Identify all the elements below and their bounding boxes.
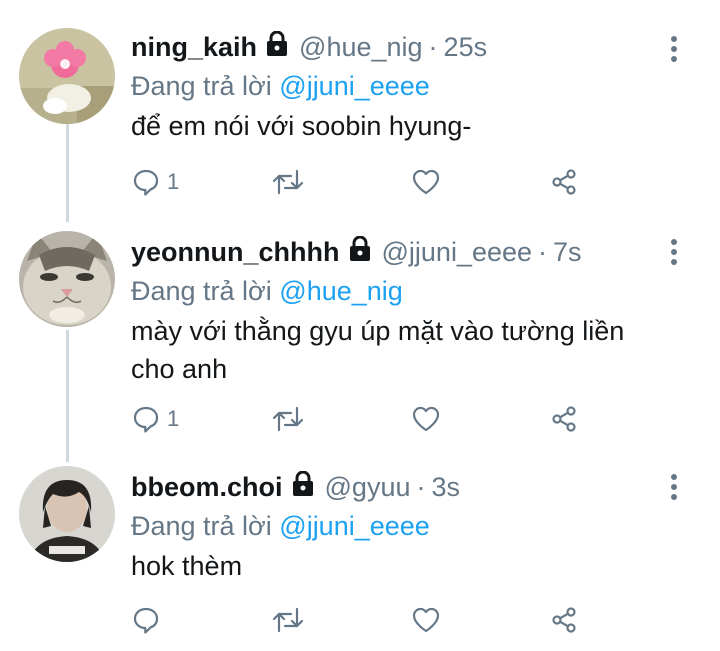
reply-count: 1	[167, 406, 180, 431]
tweet[interactable]: bbeom.choi @gyuu · 3s Đang trả lời @jjun…	[0, 460, 720, 651]
mention-link[interactable]: @hue_nig	[279, 276, 403, 306]
reply-prefix: Đang trả lời	[131, 276, 272, 306]
retweet-button[interactable]	[271, 600, 305, 640]
display-name[interactable]: bbeom.choi	[131, 472, 283, 503]
timestamp[interactable]: 7s	[553, 237, 582, 268]
avatar[interactable]	[19, 28, 115, 124]
reply-button[interactable]: 1	[131, 162, 179, 202]
user-handle[interactable]: @hue_nig	[299, 32, 423, 63]
share-button[interactable]	[549, 162, 579, 202]
display-name[interactable]: yeonnun_chhhh	[131, 237, 340, 268]
reply-prefix: Đang trả lời	[131, 71, 272, 101]
reply-button[interactable]	[131, 600, 167, 640]
cat-face-avatar-icon	[19, 231, 115, 327]
share-icon	[552, 169, 576, 195]
reply-button[interactable]: 1	[131, 399, 179, 439]
tweet-text: để em nói với soobin hyung-	[131, 111, 472, 141]
avatar[interactable]	[19, 466, 115, 562]
reply-context: Đang trả lời @jjuni_eeee	[131, 507, 660, 545]
tweet[interactable]: ning_kaih @hue_nig · 25s Đang trả lời @j…	[0, 0, 720, 215]
more-options-icon[interactable]	[668, 239, 680, 265]
reply-icon	[133, 607, 159, 634]
timestamp[interactable]: 3s	[431, 472, 460, 503]
share-button[interactable]	[549, 399, 579, 439]
user-handle[interactable]: @gyuu	[325, 472, 411, 503]
lock-icon	[291, 470, 315, 504]
share-button[interactable]	[549, 600, 579, 640]
tweet-text: hok thèm	[131, 551, 243, 581]
separator: ·	[538, 236, 548, 267]
timestamp[interactable]: 25s	[444, 32, 488, 63]
retweet-button[interactable]	[271, 399, 305, 439]
avatar[interactable]	[19, 231, 115, 327]
separator: ·	[428, 31, 438, 62]
like-button[interactable]	[411, 600, 441, 640]
lock-icon	[348, 235, 372, 269]
tweet-text: mày với thằng gyu úp mặt vào tường liền …	[131, 316, 625, 384]
more-options-icon[interactable]	[668, 474, 680, 500]
like-button[interactable]	[411, 399, 441, 439]
like-button[interactable]	[411, 162, 441, 202]
user-handle[interactable]: @jjuni_eeee	[382, 237, 533, 268]
separator: ·	[416, 471, 426, 502]
reply-prefix: Đang trả lời	[131, 511, 272, 541]
heart-icon	[412, 406, 440, 432]
retweet-icon	[272, 169, 304, 195]
lock-icon	[265, 30, 289, 64]
retweet-icon	[272, 406, 304, 432]
reply-count: 1	[167, 169, 180, 194]
reply-icon	[133, 406, 159, 433]
reply-context: Đang trả lời @hue_nig	[131, 272, 660, 310]
heart-icon	[412, 169, 440, 195]
retweet-button[interactable]	[271, 162, 305, 202]
more-options-icon[interactable]	[668, 36, 680, 62]
mention-link[interactable]: @jjuni_eeee	[279, 71, 430, 101]
share-icon	[552, 406, 576, 432]
heart-icon	[412, 607, 440, 633]
reply-context: Đang trả lời @jjuni_eeee	[131, 67, 660, 105]
pink-cartoon-avatar-icon	[19, 28, 115, 124]
person-photo-avatar-icon	[19, 466, 115, 562]
share-icon	[552, 607, 576, 633]
retweet-icon	[272, 607, 304, 633]
reply-icon	[133, 169, 159, 196]
display-name[interactable]: ning_kaih	[131, 32, 257, 63]
tweet[interactable]: yeonnun_chhhh @jjuni_eeee · 7s Đang trả …	[0, 215, 720, 460]
mention-link[interactable]: @jjuni_eeee	[279, 511, 430, 541]
